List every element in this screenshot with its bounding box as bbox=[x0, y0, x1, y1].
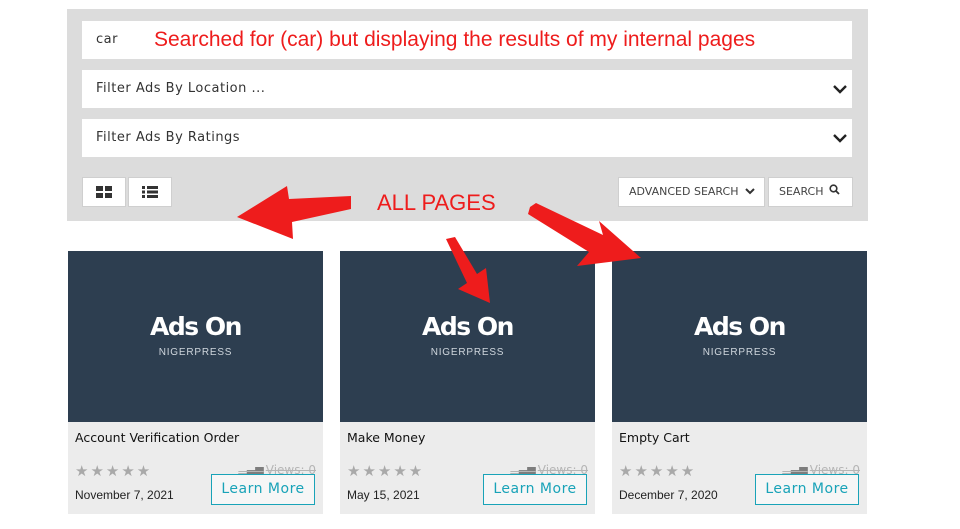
annotation-arrows bbox=[237, 186, 641, 303]
annotation-arrow-right bbox=[528, 203, 641, 266]
all-pages-annotation: ALL PAGES bbox=[377, 190, 496, 215]
annotation-arrow-left bbox=[237, 186, 351, 239]
annotation-arrow-middle bbox=[446, 237, 490, 303]
